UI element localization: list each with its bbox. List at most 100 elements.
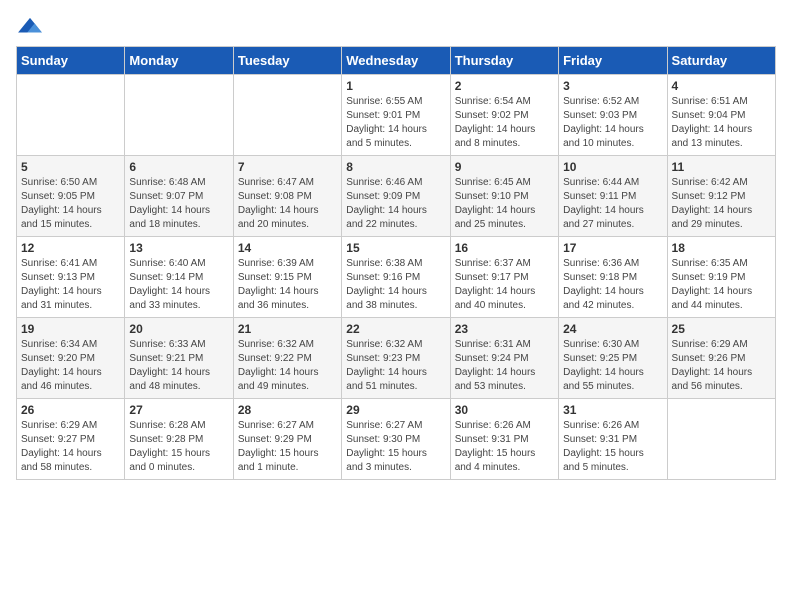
table-row: 11 Sunrise: 6:42 AM Sunset: 9:12 PM Dayli…	[667, 156, 775, 237]
week-row-4: 19 Sunrise: 6:34 AM Sunset: 9:20 PM Dayli…	[17, 318, 776, 399]
day-number: 19	[21, 322, 120, 336]
day-info: Sunrise: 6:29 AM Sunset: 9:26 PM Dayligh…	[672, 338, 771, 394]
day-info: Sunrise: 6:55 AM Sunset: 9:01 PM Dayligh…	[346, 95, 445, 151]
day-info: Sunrise: 6:26 AM Sunset: 9:31 PM Dayligh…	[563, 419, 662, 475]
table-row	[17, 75, 125, 156]
table-row	[125, 75, 233, 156]
table-row: 15 Sunrise: 6:38 AM Sunset: 9:16 PM Dayli…	[342, 237, 450, 318]
day-info: Sunrise: 6:50 AM Sunset: 9:05 PM Dayligh…	[21, 176, 120, 232]
day-number: 30	[455, 403, 554, 417]
table-row: 28 Sunrise: 6:27 AM Sunset: 9:29 PM Dayli…	[233, 399, 341, 480]
header-wednesday: Wednesday	[342, 47, 450, 75]
day-number: 5	[21, 160, 120, 174]
day-info: Sunrise: 6:51 AM Sunset: 9:04 PM Dayligh…	[672, 95, 771, 151]
table-row: 17 Sunrise: 6:36 AM Sunset: 9:18 PM Dayli…	[559, 237, 667, 318]
table-row: 7Sunrise: 6:47 AM Sunset: 9:08 PM Daylig…	[233, 156, 341, 237]
logo-icon	[16, 16, 44, 38]
day-info: Sunrise: 6:34 AM Sunset: 9:20 PM Dayligh…	[21, 338, 120, 394]
day-info: Sunrise: 6:41 AM Sunset: 9:13 PM Dayligh…	[21, 257, 120, 313]
header-tuesday: Tuesday	[233, 47, 341, 75]
day-info: Sunrise: 6:39 AM Sunset: 9:15 PM Dayligh…	[238, 257, 337, 313]
header-saturday: Saturday	[667, 47, 775, 75]
day-info: Sunrise: 6:36 AM Sunset: 9:18 PM Dayligh…	[563, 257, 662, 313]
day-info: Sunrise: 6:33 AM Sunset: 9:21 PM Dayligh…	[129, 338, 228, 394]
table-row: 9 Sunrise: 6:45 AM Sunset: 9:10 PM Daylig…	[450, 156, 558, 237]
day-info: Sunrise: 6:26 AM Sunset: 9:31 PM Dayligh…	[455, 419, 554, 475]
table-row: 4 Sunrise: 6:51 AM Sunset: 9:04 PM Daylig…	[667, 75, 775, 156]
table-row: 13Sunrise: 6:40 AM Sunset: 9:14 PM Dayli…	[125, 237, 233, 318]
page-header	[16, 16, 776, 38]
day-info: Sunrise: 6:52 AM Sunset: 9:03 PM Dayligh…	[563, 95, 662, 151]
day-info: Sunrise: 6:29 AM Sunset: 9:27 PM Dayligh…	[21, 419, 120, 475]
day-info: Sunrise: 6:40 AM Sunset: 9:14 PM Dayligh…	[129, 257, 228, 313]
day-number: 11	[672, 160, 771, 174]
day-info: Sunrise: 6:32 AM Sunset: 9:23 PM Dayligh…	[346, 338, 445, 394]
day-number: 21	[238, 322, 337, 336]
day-number: 9	[455, 160, 554, 174]
day-number: 4	[672, 79, 771, 93]
day-number: 12	[21, 241, 120, 255]
day-number: 29	[346, 403, 445, 417]
table-row: 6Sunrise: 6:48 AM Sunset: 9:07 PM Daylig…	[125, 156, 233, 237]
header-thursday: Thursday	[450, 47, 558, 75]
table-row: 30 Sunrise: 6:26 AM Sunset: 9:31 PM Dayli…	[450, 399, 558, 480]
table-row: 18 Sunrise: 6:35 AM Sunset: 9:19 PM Dayli…	[667, 237, 775, 318]
table-row: 1 Sunrise: 6:55 AM Sunset: 9:01 PM Daylig…	[342, 75, 450, 156]
header-friday: Friday	[559, 47, 667, 75]
day-info: Sunrise: 6:28 AM Sunset: 9:28 PM Dayligh…	[129, 419, 228, 475]
day-number: 26	[21, 403, 120, 417]
day-number: 3	[563, 79, 662, 93]
table-row: 26 Sunrise: 6:29 AM Sunset: 9:27 PM Dayli…	[17, 399, 125, 480]
logo	[16, 16, 48, 38]
weekday-header-row: SundayMondayTuesdayWednesdayThursdayFrid…	[17, 47, 776, 75]
day-info: Sunrise: 6:35 AM Sunset: 9:19 PM Dayligh…	[672, 257, 771, 313]
table-row: 14 Sunrise: 6:39 AM Sunset: 9:15 PM Dayli…	[233, 237, 341, 318]
table-row: 19 Sunrise: 6:34 AM Sunset: 9:20 PM Dayli…	[17, 318, 125, 399]
table-row: 12 Sunrise: 6:41 AM Sunset: 9:13 PM Dayli…	[17, 237, 125, 318]
day-info: Sunrise: 6:27 AM Sunset: 9:30 PM Dayligh…	[346, 419, 445, 475]
table-row: 25 Sunrise: 6:29 AM Sunset: 9:26 PM Dayli…	[667, 318, 775, 399]
day-info: Sunrise: 6:48 AM Sunset: 9:07 PM Dayligh…	[129, 176, 228, 232]
day-number: 8	[346, 160, 445, 174]
day-info: Sunrise: 6:45 AM Sunset: 9:10 PM Dayligh…	[455, 176, 554, 232]
day-info: Sunrise: 6:38 AM Sunset: 9:16 PM Dayligh…	[346, 257, 445, 313]
table-row: 31Sunrise: 6:26 AM Sunset: 9:31 PM Dayli…	[559, 399, 667, 480]
day-info: Sunrise: 6:47 AM Sunset: 9:08 PM Dayligh…	[238, 176, 337, 232]
day-number: 23	[455, 322, 554, 336]
table-row: 29 Sunrise: 6:27 AM Sunset: 9:30 PM Dayli…	[342, 399, 450, 480]
day-number: 18	[672, 241, 771, 255]
day-info: Sunrise: 6:42 AM Sunset: 9:12 PM Dayligh…	[672, 176, 771, 232]
week-row-1: 1 Sunrise: 6:55 AM Sunset: 9:01 PM Daylig…	[17, 75, 776, 156]
week-row-2: 5 Sunrise: 6:50 AM Sunset: 9:05 PM Daylig…	[17, 156, 776, 237]
table-row: 5 Sunrise: 6:50 AM Sunset: 9:05 PM Daylig…	[17, 156, 125, 237]
day-number: 14	[238, 241, 337, 255]
day-number: 2	[455, 79, 554, 93]
day-number: 15	[346, 241, 445, 255]
day-number: 24	[563, 322, 662, 336]
day-number: 17	[563, 241, 662, 255]
day-info: Sunrise: 6:27 AM Sunset: 9:29 PM Dayligh…	[238, 419, 337, 475]
day-info: Sunrise: 6:54 AM Sunset: 9:02 PM Dayligh…	[455, 95, 554, 151]
day-number: 1	[346, 79, 445, 93]
table-row: 10 Sunrise: 6:44 AM Sunset: 9:11 PM Dayli…	[559, 156, 667, 237]
table-row: 3 Sunrise: 6:52 AM Sunset: 9:03 PM Daylig…	[559, 75, 667, 156]
table-row: 22Sunrise: 6:32 AM Sunset: 9:23 PM Dayli…	[342, 318, 450, 399]
day-number: 28	[238, 403, 337, 417]
week-row-3: 12 Sunrise: 6:41 AM Sunset: 9:13 PM Dayli…	[17, 237, 776, 318]
day-info: Sunrise: 6:31 AM Sunset: 9:24 PM Dayligh…	[455, 338, 554, 394]
table-row: 16 Sunrise: 6:37 AM Sunset: 9:17 PM Dayli…	[450, 237, 558, 318]
day-info: Sunrise: 6:37 AM Sunset: 9:17 PM Dayligh…	[455, 257, 554, 313]
table-row: 21Sunrise: 6:32 AM Sunset: 9:22 PM Dayli…	[233, 318, 341, 399]
calendar-table: SundayMondayTuesdayWednesdayThursdayFrid…	[16, 46, 776, 480]
table-row: 8 Sunrise: 6:46 AM Sunset: 9:09 PM Daylig…	[342, 156, 450, 237]
table-row: 23 Sunrise: 6:31 AM Sunset: 9:24 PM Dayli…	[450, 318, 558, 399]
day-info: Sunrise: 6:44 AM Sunset: 9:11 PM Dayligh…	[563, 176, 662, 232]
day-info: Sunrise: 6:46 AM Sunset: 9:09 PM Dayligh…	[346, 176, 445, 232]
day-number: 10	[563, 160, 662, 174]
table-row	[667, 399, 775, 480]
header-sunday: Sunday	[17, 47, 125, 75]
table-row: 2 Sunrise: 6:54 AM Sunset: 9:02 PM Daylig…	[450, 75, 558, 156]
day-info: Sunrise: 6:30 AM Sunset: 9:25 PM Dayligh…	[563, 338, 662, 394]
day-number: 25	[672, 322, 771, 336]
day-number: 16	[455, 241, 554, 255]
